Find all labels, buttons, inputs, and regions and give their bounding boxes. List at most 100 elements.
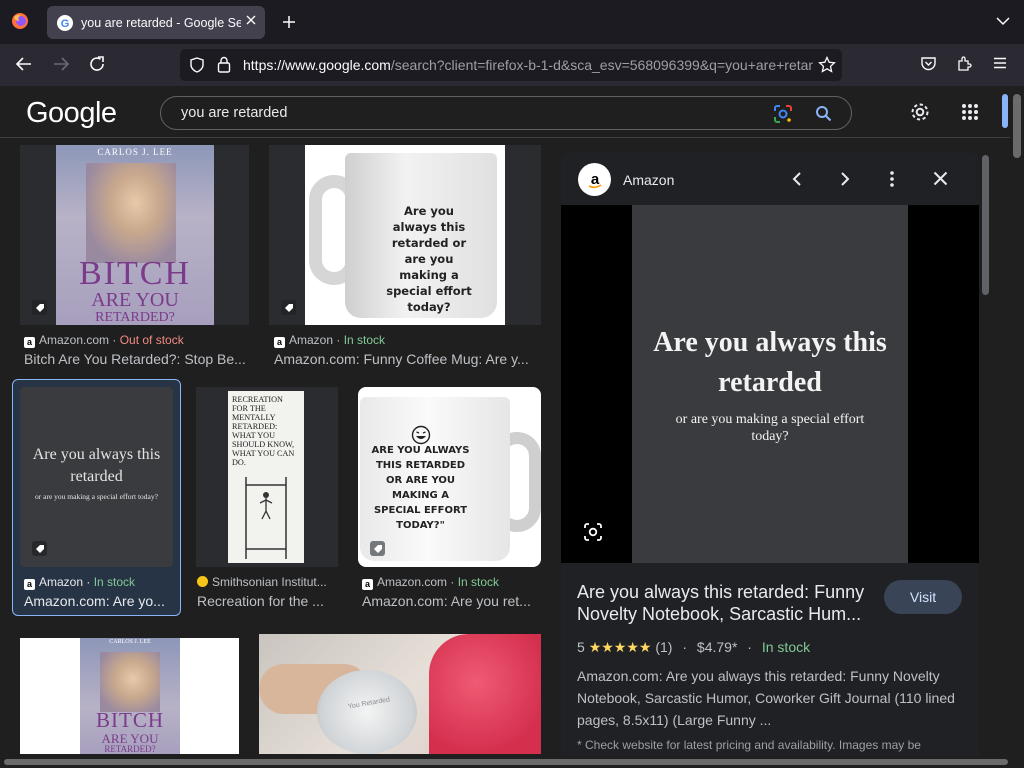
product-meta: 5 ★★★★★ (1) · $4.79* · In stock	[577, 639, 811, 655]
google-lens-search-icon[interactable]	[583, 522, 603, 542]
url-bar[interactable]: https://www.google.com/search?client=fir…	[180, 49, 842, 81]
result-thumbnail[interactable]: Are you always this retarded or are you …	[269, 145, 541, 325]
navigation-toolbar: https://www.google.com/search?client=fir…	[0, 44, 1024, 86]
book-author: CARLOS J. LEE	[109, 639, 151, 645]
panel-source-name[interactable]: Amazon	[623, 172, 674, 188]
bookmark-star-icon[interactable]	[818, 56, 836, 74]
amazon-favicon-icon: a	[362, 579, 373, 590]
google-lens-icon[interactable]	[773, 104, 793, 124]
svg-text:G: G	[61, 18, 70, 30]
result-title[interactable]: Amazon.com: Funny Coffee Mug: Are y...	[274, 351, 539, 367]
extensions-icon[interactable]	[956, 55, 973, 72]
notebook-small-text: or are you making a special effort today…	[35, 492, 158, 501]
url-text[interactable]: https://www.google.com/search?client=fir…	[243, 57, 813, 73]
forward-icon[interactable]	[52, 55, 70, 73]
more-options-icon[interactable]	[890, 171, 894, 187]
preview-small-text: or are you making a special effort today…	[675, 412, 865, 444]
product-description: Amazon.com: Are you always this retarded…	[577, 668, 955, 728]
page-scrollbar-thumb[interactable]	[1013, 94, 1021, 158]
book-cover-image: CARLOS J. LEE BITCH ARE YOU RETARDED?	[56, 145, 214, 325]
amazon-favicon-icon: a	[24, 579, 35, 590]
result-thumbnail[interactable]: You Retarded	[259, 634, 541, 754]
amazon-favicon-icon: a	[274, 337, 285, 348]
book-cover-text: RECREATION FOR THE MENTALLY RETARDED: WH…	[232, 395, 295, 467]
notebook-big-text: Are you always this retarded	[32, 446, 161, 485]
rating-value: 5	[577, 639, 585, 655]
back-icon[interactable]	[15, 55, 33, 73]
result-source[interactable]: a Amazon · In stock	[274, 333, 385, 348]
previous-image-icon[interactable]	[791, 171, 803, 187]
coffee-mug-image: Are you always this retarded or are you …	[305, 145, 505, 325]
tab-title: you are retarded - Google Search	[81, 15, 241, 30]
close-tab-icon[interactable]	[245, 14, 257, 26]
rating-stars: ★★★★★	[588, 639, 652, 655]
result-title[interactable]: Bitch Are You Retarded?: Stop Be...	[24, 351, 249, 367]
mug-print-text: Are you always this retarded or are you …	[386, 204, 472, 314]
smithsonian-favicon-icon	[197, 576, 208, 587]
google-apps-icon[interactable]	[961, 103, 979, 121]
book-title-line2: ARE YOU	[91, 289, 179, 311]
new-tab-button[interactable]	[282, 15, 296, 29]
search-box[interactable]: you are retarded	[160, 96, 852, 130]
laughing-emoji-icon	[411, 425, 431, 445]
firefox-icon[interactable]	[11, 12, 29, 30]
google-logo[interactable]: Google	[26, 97, 117, 130]
menu-hamburger-icon[interactable]	[992, 55, 1008, 71]
close-panel-icon[interactable]	[933, 171, 948, 186]
result-title[interactable]: Amazon.com: Are yo...	[24, 593, 174, 609]
google-header: Google you are retarded	[0, 86, 1010, 138]
woman-photo	[86, 163, 176, 263]
result-source[interactable]: a Amazon.com · Out of stock	[24, 333, 184, 348]
panel-header: a Amazon	[561, 153, 979, 205]
result-thumbnail[interactable]: ARE YOU ALWAYS THIS RETARDED OR ARE YOU …	[358, 387, 541, 567]
account-indicator[interactable]	[1002, 94, 1008, 128]
result-thumbnail[interactable]: CARLOS J. LEE BITCH ARE YOU RETARDED?	[20, 638, 239, 754]
book-cover-image: RECREATION FOR THE MENTALLY RETARDED: WH…	[228, 391, 304, 563]
amazon-favicon-icon: a	[24, 337, 35, 348]
next-image-icon[interactable]	[839, 171, 851, 187]
result-thumbnail[interactable]: Are you always this retarded or are you …	[20, 387, 173, 567]
result-title[interactable]: Recreation for the ...	[197, 593, 335, 609]
shopping-tag-icon	[370, 541, 385, 556]
list-all-tabs-icon[interactable]	[996, 16, 1010, 26]
result-source[interactable]: Smithsonian Institut...	[197, 575, 327, 589]
result-title[interactable]: Amazon.com: Are you ret...	[362, 593, 540, 609]
red-drink-cup	[429, 634, 541, 754]
notebook-preview-image: Are you always this retarded or are you …	[632, 205, 908, 563]
result-source[interactable]: a Amazon.com · In stock	[362, 575, 499, 590]
product-title[interactable]: Are you always this retarded: Funny Nove…	[577, 581, 877, 625]
lock-icon[interactable]	[217, 56, 231, 73]
visit-button[interactable]: Visit	[884, 580, 962, 614]
google-favicon-icon: G	[57, 14, 73, 31]
stock-status: In stock	[761, 639, 811, 655]
result-thumbnail[interactable]: RECREATION FOR THE MENTALLY RETARDED: WH…	[196, 387, 338, 567]
preview-image-area[interactable]: Are you always this retarded or are you …	[561, 205, 979, 563]
amazon-logo-icon[interactable]: a	[578, 163, 611, 196]
review-count[interactable]: (1)	[655, 639, 672, 655]
result-thumbnail[interactable]: CARLOS J. LEE BITCH ARE YOU RETARDED?	[20, 145, 249, 325]
search-icon[interactable]	[815, 105, 832, 122]
pricing-disclaimer: * Check website for latest pricing and a…	[577, 738, 921, 752]
pocket-icon[interactable]	[920, 55, 937, 72]
search-input[interactable]: you are retarded	[181, 105, 287, 121]
settings-gear-icon[interactable]	[909, 101, 931, 123]
shopping-tag-icon	[281, 300, 296, 315]
book-title-line3: RETARDED?	[104, 744, 156, 754]
horizontal-scrollbar-thumb[interactable]	[4, 759, 1008, 765]
book-author: CARLOS J. LEE	[97, 147, 173, 157]
preview-big-text: Are you always this retarded	[653, 327, 887, 398]
result-source[interactable]: a Amazon · In stock	[24, 575, 135, 590]
image-preview-panel: a Amazon Are you always this retarded or…	[561, 153, 979, 768]
svg-text:a: a	[590, 171, 599, 188]
price: $4.79*	[696, 639, 738, 655]
active-tab[interactable]: G you are retarded - Google Search	[47, 6, 265, 39]
mug-print-text: ARE YOU ALWAYS THIS RETARDED OR ARE YOU …	[371, 445, 470, 531]
horizontal-scrollbar-track[interactable]	[0, 756, 1010, 768]
woman-photo	[100, 652, 160, 712]
page-scrollbar-track[interactable]	[1010, 86, 1024, 768]
tab-strip: G you are retarded - Google Search	[0, 0, 1024, 44]
panel-scrollbar-thumb[interactable]	[982, 155, 989, 295]
reload-icon[interactable]	[88, 55, 106, 73]
shopping-tag-icon	[32, 541, 47, 556]
tracking-protection-shield-icon[interactable]	[189, 57, 205, 73]
